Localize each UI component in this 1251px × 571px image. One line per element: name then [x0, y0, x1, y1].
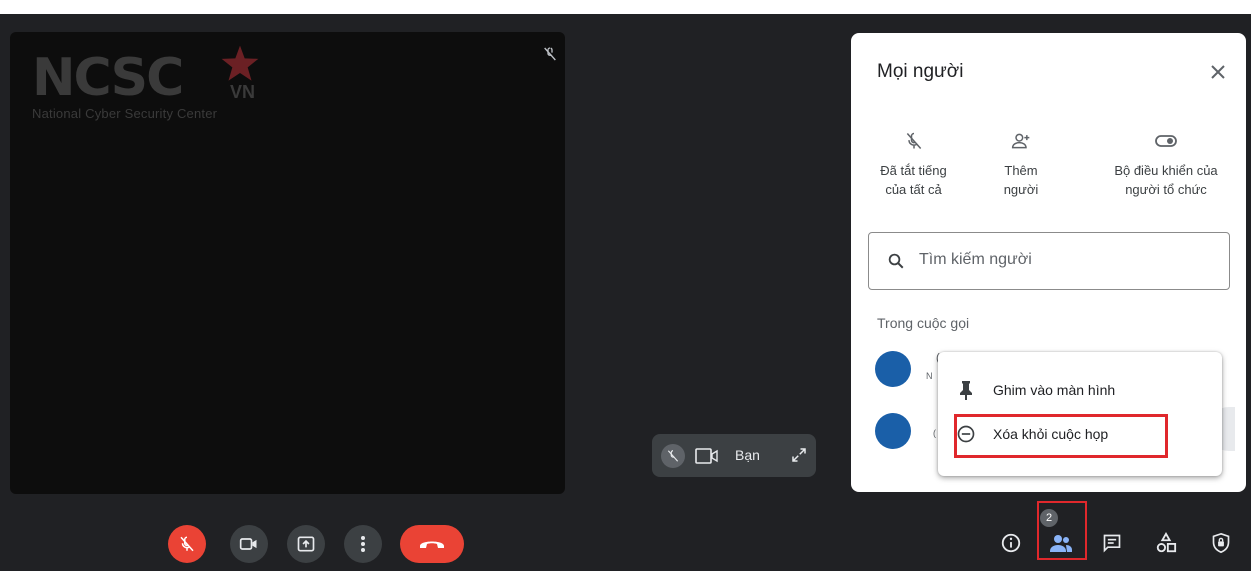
info-button[interactable]: [998, 530, 1024, 556]
host-controls-label-line2: người tổ chức: [1125, 182, 1207, 197]
host-controls-button[interactable]: [1208, 530, 1234, 556]
top-strip: [0, 0, 1251, 14]
host-controls-label-line1: Bộ điều khiển của: [1114, 163, 1218, 178]
logo-word: NCSC: [32, 48, 184, 108]
panel-title: Mọi người: [877, 61, 964, 82]
logo-subtitle: National Cyber Security Center: [32, 106, 218, 121]
close-button[interactable]: [1207, 61, 1229, 83]
self-view-label: Bạn: [735, 447, 760, 463]
present-button[interactable]: [287, 525, 325, 563]
ncsc-logo: NCSC VN National Cyber Security Center: [32, 45, 259, 121]
present-icon: [297, 536, 315, 552]
search-input[interactable]: [919, 251, 1209, 269]
add-people-button[interactable]: Thêm người: [986, 129, 1056, 199]
search-icon: [888, 253, 904, 269]
mute-all-label-line1: Đã tắt tiếng: [880, 163, 947, 178]
end-call-button[interactable]: [400, 525, 464, 563]
mic-off-icon: [544, 47, 556, 61]
add-person-icon: [1011, 133, 1030, 149]
info-icon: [1001, 533, 1021, 553]
people-count-badge: 2: [1040, 509, 1058, 527]
search-field[interactable]: [868, 232, 1230, 290]
activities-icon: [1156, 532, 1177, 553]
camera-icon: [239, 538, 257, 550]
activities-button[interactable]: [1153, 530, 1179, 556]
star-icon: [221, 45, 259, 81]
more-options-button[interactable]: [344, 525, 382, 563]
host-controls-icon: [1212, 532, 1230, 554]
pin-icon: [960, 381, 972, 400]
mute-all-label-line2: của tất cả: [885, 182, 942, 197]
camera-toggle-button[interactable]: [230, 525, 268, 563]
logo-suffix: VN: [230, 82, 256, 102]
end-call-icon: [420, 541, 444, 548]
mute-all-button[interactable]: Đã tắt tiếng của tất cả: [861, 129, 966, 199]
chat-icon: [1103, 534, 1121, 553]
in-call-section-label: Trong cuộc gọi: [877, 315, 970, 331]
add-people-label-line2: người: [1003, 182, 1039, 197]
pin-to-screen-label: Ghim vào màn hình: [993, 382, 1116, 398]
host-controls-action-button[interactable]: Bộ điều khiển của người tổ chức: [1091, 129, 1241, 199]
more-icon: [361, 536, 365, 552]
avatar: [875, 413, 911, 449]
toggle-icon: [1155, 135, 1177, 147]
self-view-tile[interactable]: Bạn: [652, 434, 816, 477]
mic-toggle-button[interactable]: [168, 525, 206, 563]
main-video-tile: NCSC VN National Cyber Security Center: [10, 32, 565, 494]
add-people-label-line1: Thêm: [1004, 163, 1038, 178]
mic-off-icon: [661, 444, 685, 468]
expand-icon[interactable]: [790, 446, 808, 464]
close-icon: [1211, 65, 1225, 79]
participant-name: (: [933, 428, 936, 438]
mic-off-icon: [180, 536, 194, 552]
chat-button[interactable]: [1099, 530, 1125, 556]
people-icon: [1050, 535, 1072, 552]
participant-subtitle: N: [926, 371, 933, 381]
pin-to-screen-item[interactable]: Ghim vào màn hình: [938, 370, 1222, 410]
avatar: [875, 351, 911, 387]
camera-icon: [695, 448, 718, 464]
people-button[interactable]: [1048, 530, 1074, 556]
mic-off-icon: [906, 132, 921, 149]
remove-option-highlight: [954, 414, 1168, 458]
